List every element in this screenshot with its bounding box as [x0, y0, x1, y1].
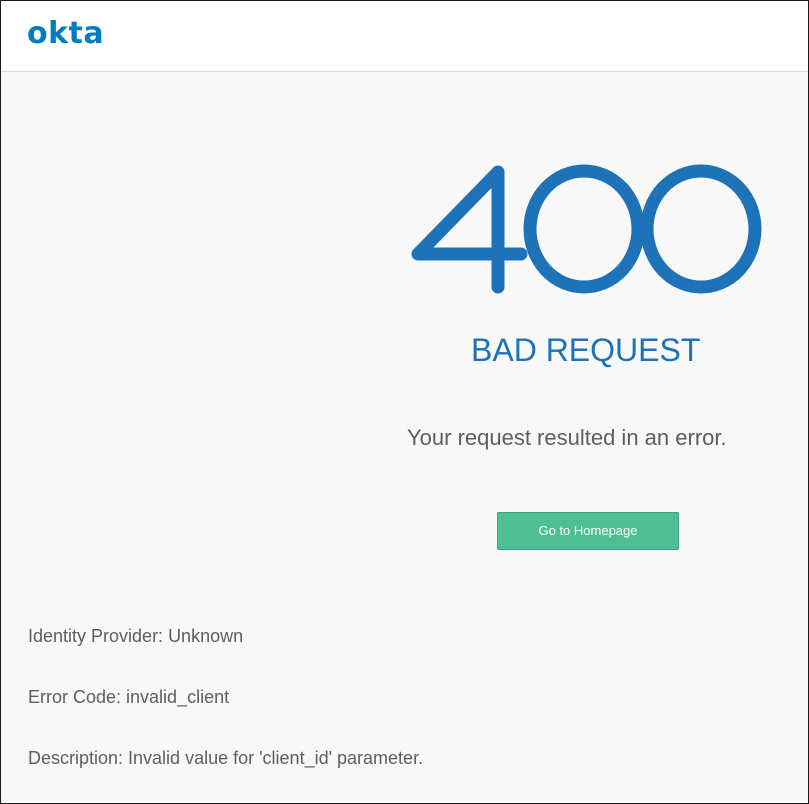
digit-0-second	[640, 164, 762, 294]
status-code: 400	[406, 164, 766, 294]
error-code-text: Error Code: invalid_client	[28, 687, 230, 707]
top-bar: okta	[1, 1, 808, 72]
digit-0-first	[523, 164, 645, 294]
identity-provider-text: Identity Provider: Unknown	[28, 626, 244, 646]
error-details: Identity Provider: Unknown Error Code: i…	[28, 625, 424, 803]
okta-logo[interactable]: okta	[27, 19, 104, 49]
go-to-homepage-button[interactable]: Go to Homepage	[497, 512, 679, 550]
error-content: 400 BAD REQUEST Your request resulted in…	[1, 72, 808, 803]
error-message: Your request resulted in an error.	[407, 425, 727, 450]
status-code-graphic: 400	[411, 164, 762, 294]
status-title: BAD REQUEST	[471, 332, 701, 368]
page-frame: okta 400 BAD REQUEST Your request result…	[0, 0, 809, 804]
digit-4	[411, 165, 528, 294]
description-text: Description: Invalid value for 'client_i…	[28, 748, 424, 768]
